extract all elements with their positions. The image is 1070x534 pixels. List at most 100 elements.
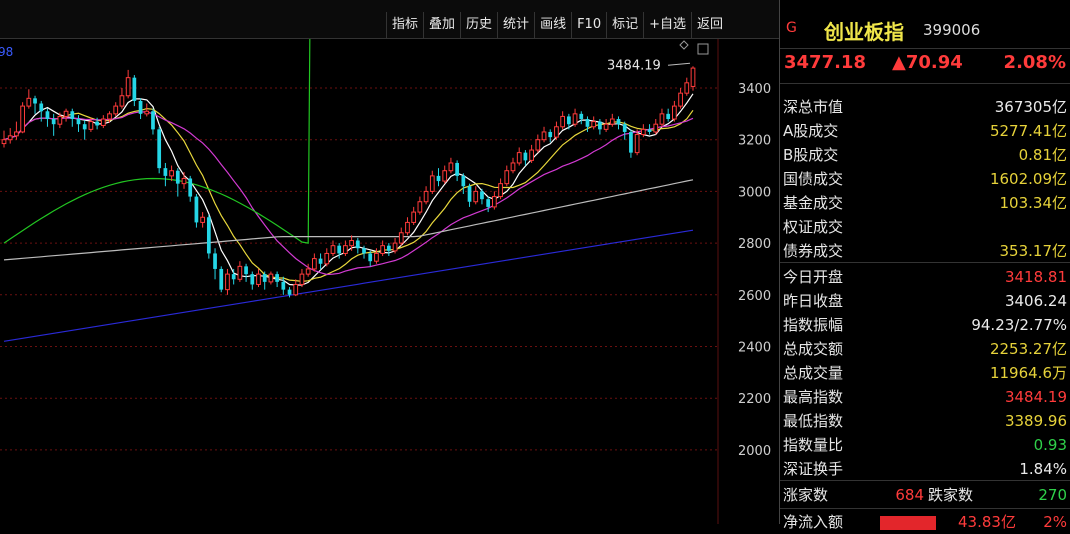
y-tick-label: 2200	[738, 392, 771, 407]
advance-label: 涨家数	[783, 486, 829, 504]
candle-body	[281, 281, 286, 290]
candle-body	[659, 113, 665, 125]
candle-body	[622, 124, 627, 132]
toolbar-button[interactable]: F10	[571, 12, 606, 38]
toolbar-button[interactable]: 返回	[691, 12, 728, 38]
window-icon	[697, 43, 709, 55]
candle-body	[423, 190, 429, 203]
stat-label: 昨日收盘	[783, 292, 844, 310]
stat-row: 指数振幅 94.23/2.77%	[780, 314, 1070, 337]
toolbar-button[interactable]: 历史	[460, 12, 497, 38]
candle-body	[219, 268, 224, 290]
separator	[780, 262, 1070, 263]
stat-label: A股成交	[783, 122, 839, 140]
y-tick-label: 3400	[738, 82, 771, 97]
toolbar-button[interactable]: 画线	[534, 12, 571, 38]
breadth-row: 涨家数 684 跌家数 270	[780, 484, 1070, 507]
stat-label: 指数量比	[783, 436, 844, 454]
ma5-line	[3, 93, 694, 286]
stat-value: 0.81亿	[1018, 146, 1067, 164]
candlestick-chart[interactable]: 3400 3200 3000 2800 2600 2400 2200 2000 3484.19…	[0, 39, 780, 524]
candle-body	[7, 135, 13, 141]
candle-body	[262, 274, 267, 282]
stat-label: 深总市值	[783, 98, 844, 116]
candle-body	[237, 265, 243, 280]
candle-body	[523, 152, 528, 161]
price-row: 3477.18 ▲70.94 2.08%	[780, 52, 1070, 78]
separator	[780, 480, 1070, 481]
candle-body	[175, 170, 180, 184]
stat-value: 94.23/2.77%	[971, 316, 1067, 334]
stat-value: 3406.24	[1004, 292, 1067, 310]
stat-row: 指数量比 0.93	[780, 434, 1070, 457]
toolbar-button[interactable]: 统计	[497, 12, 534, 38]
candle-body	[374, 252, 379, 262]
stat-label: 总成交量	[783, 364, 844, 382]
candle-body	[337, 245, 342, 254]
toolbar-button[interactable]: +自选	[643, 12, 691, 38]
candle-body	[461, 175, 466, 187]
stat-label: 国债成交	[783, 170, 844, 188]
candle-body	[473, 190, 479, 203]
stat-row: 最高指数 3484.19	[780, 386, 1070, 409]
candle-body	[455, 162, 459, 176]
ma10-line	[3, 107, 694, 283]
candle-body	[343, 245, 348, 254]
candle-body	[169, 170, 174, 177]
candle-body	[666, 113, 671, 120]
candle-body	[603, 123, 609, 130]
toolbar-button[interactable]: 指标	[386, 12, 423, 38]
candle-body	[510, 162, 516, 172]
candle-body	[107, 113, 112, 120]
candle-body	[70, 111, 75, 120]
high-price-pointer	[667, 62, 691, 66]
candle-body	[311, 258, 317, 270]
candle-body	[634, 134, 640, 154]
candle-body	[448, 162, 454, 172]
candle-body	[368, 253, 373, 262]
separator	[780, 508, 1070, 509]
ma120-line	[3, 179, 694, 261]
candle-body	[206, 217, 211, 254]
stat-label: 总成交额	[783, 340, 844, 358]
stat-value: 0.93	[1033, 436, 1067, 454]
candle-body	[467, 186, 472, 202]
chart-toolbar: 指标 叠加 历史 统计 画线 F10 标记 +自选 返回	[386, 12, 728, 38]
candle-body	[163, 168, 168, 176]
toolbar-button[interactable]: 标记	[606, 12, 643, 38]
candle-body	[113, 105, 119, 115]
index-name: 创业板指	[824, 20, 904, 44]
candle-body	[88, 121, 94, 130]
candle-body	[629, 131, 633, 153]
candle-body	[256, 273, 261, 285]
candle-body	[51, 119, 56, 125]
candle-body	[225, 273, 230, 291]
diamond-icon	[679, 40, 689, 50]
candle-body	[1, 139, 7, 145]
quote-panel: G 创业板指 399006 3477.18 ▲70.94 2.08% 深总市值 3…	[780, 0, 1070, 531]
flow-bar	[880, 516, 936, 530]
percent-change: 2.08%	[1003, 52, 1066, 73]
y-tick-label: 3000	[738, 185, 771, 200]
candle-body	[119, 95, 125, 107]
decline-label: 跌家数	[928, 486, 974, 504]
stat-value: 1602.09亿	[989, 170, 1067, 188]
decline-count: 270	[1038, 486, 1067, 504]
stat-row: 深总市值 367305亿	[780, 96, 1070, 119]
y-tick-label: 2000	[738, 444, 771, 459]
candle-body	[560, 115, 566, 128]
separator	[780, 83, 1070, 84]
toolbar-button[interactable]: 叠加	[423, 12, 460, 38]
candle-body	[33, 98, 37, 104]
candle-body	[132, 77, 137, 101]
stat-value: 5277.41亿	[989, 122, 1067, 140]
stat-row: 深证换手 1.84%	[780, 458, 1070, 481]
index-code: 399006	[923, 21, 981, 39]
stat-row: 基金成交 103.34亿	[780, 192, 1070, 215]
left-edge-label: 98	[0, 45, 13, 59]
candle-body	[324, 252, 330, 265]
stat-value: 11964.6万	[989, 364, 1067, 382]
candle-body	[188, 178, 193, 197]
candle-body	[678, 92, 683, 107]
candle-body	[609, 118, 615, 125]
